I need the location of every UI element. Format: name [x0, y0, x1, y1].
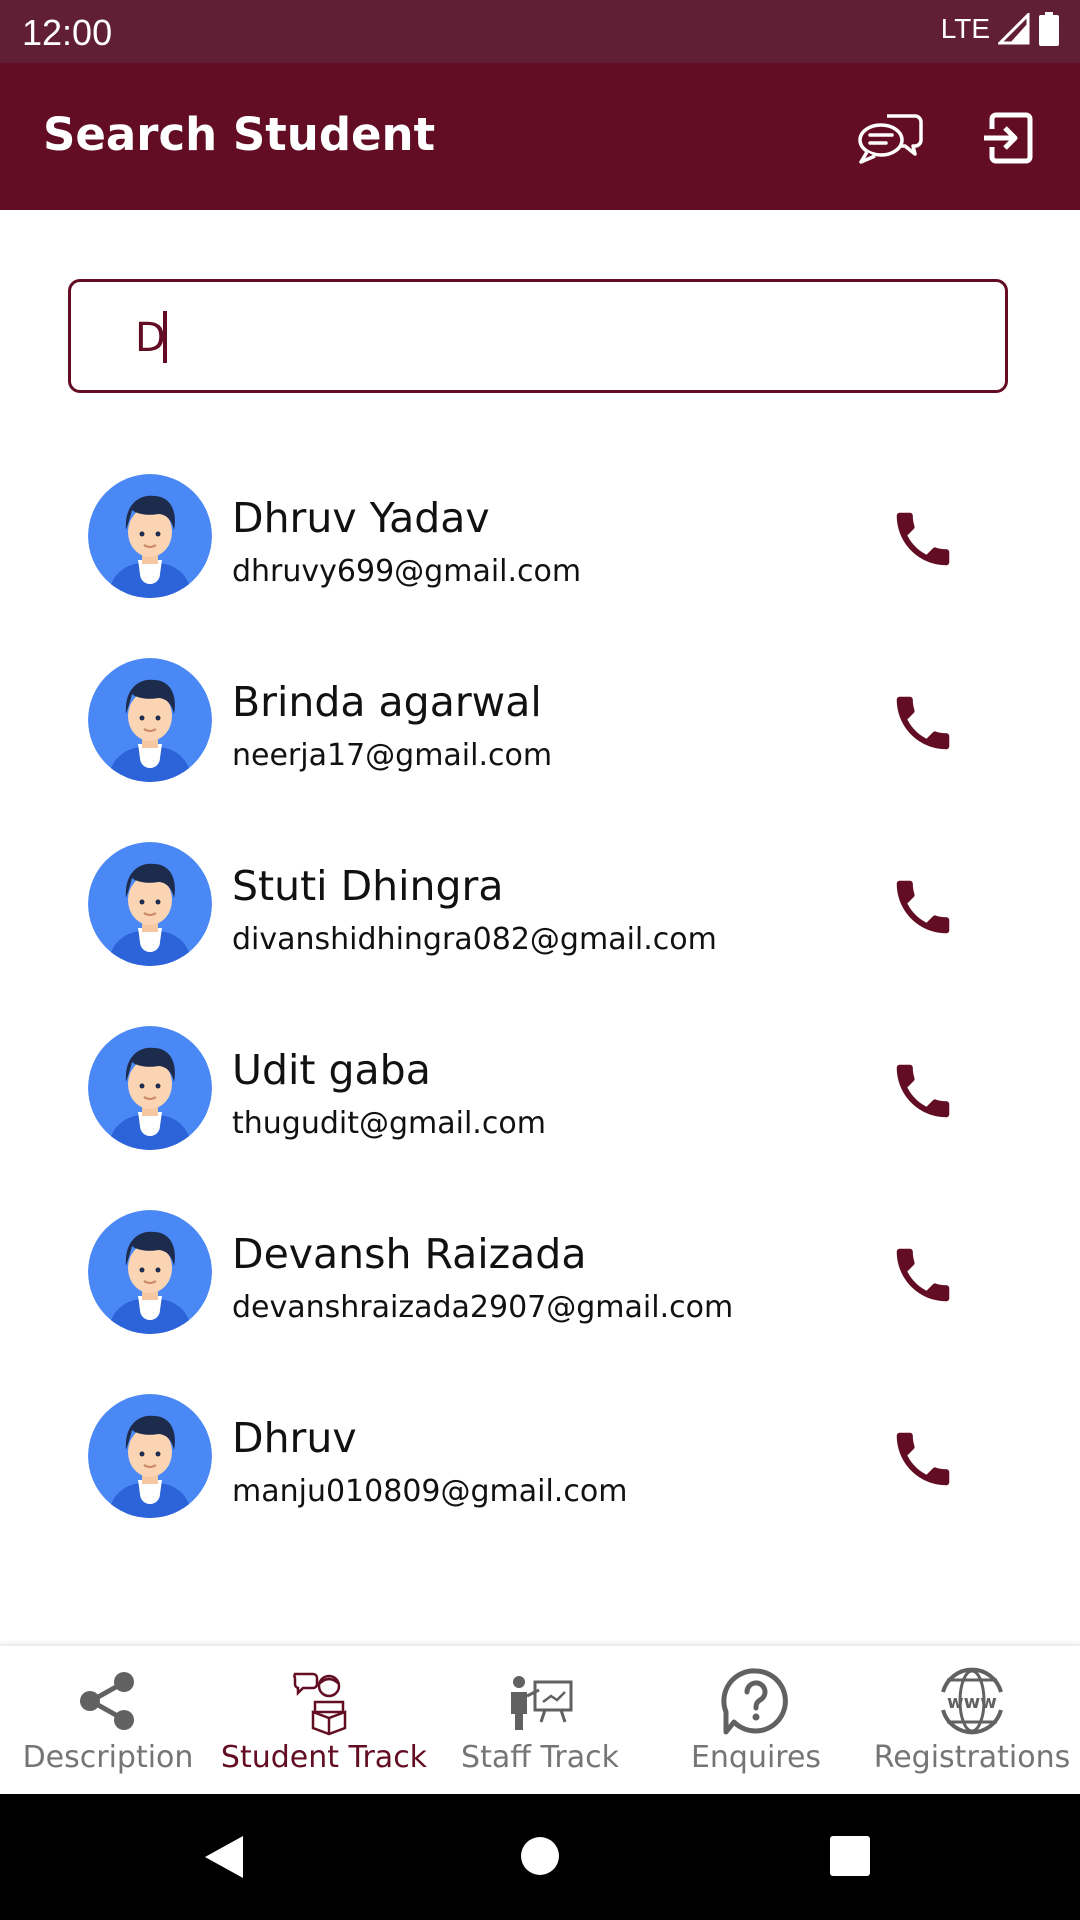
- status-time: 12:00: [22, 12, 113, 53]
- list-item[interactable]: Brinda agarwal neerja17@gmail.com: [0, 652, 1080, 836]
- nav-label: Registrations: [873, 1740, 1071, 1775]
- call-button[interactable]: [888, 1056, 958, 1126]
- avatar: [88, 1210, 212, 1334]
- nav-registrations[interactable]: www Registrations: [864, 1646, 1080, 1796]
- call-button[interactable]: [888, 872, 958, 942]
- list-item[interactable]: Udit gaba thugudit@gmail.com: [0, 1020, 1080, 1204]
- avatar: [88, 1394, 212, 1518]
- nav-label: Description: [22, 1740, 194, 1775]
- avatar: [88, 1026, 212, 1150]
- nav-label: Enquires: [690, 1740, 822, 1775]
- phone-icon: [896, 1432, 950, 1486]
- avatar: [88, 658, 212, 782]
- call-button[interactable]: [888, 504, 958, 574]
- student-email: thugudit@gmail.com: [232, 1106, 546, 1141]
- logout-icon: [984, 112, 1033, 164]
- student-email: dhruvy699@gmail.com: [232, 554, 582, 589]
- list-item[interactable]: Stuti Dhingra divanshidhingra082@gmail.c…: [0, 836, 1080, 1020]
- student-email: divanshidhingra082@gmail.com: [232, 922, 717, 957]
- call-button[interactable]: [888, 1240, 958, 1310]
- page-title: Search Student: [43, 108, 436, 161]
- search-input[interactable]: [133, 302, 837, 374]
- student-avatar-icon: [88, 1210, 212, 1334]
- student-email: neerja17@gmail.com: [232, 738, 553, 773]
- nav-label: Student Track: [220, 1740, 428, 1775]
- nav-enquires[interactable]: Enquires: [648, 1646, 864, 1796]
- bottom-nav: Description Student Track Staff Track En…: [0, 1644, 1080, 1796]
- student-avatar-icon: [88, 842, 212, 966]
- phone-icon: [896, 512, 950, 566]
- student-avatar-icon: [88, 1026, 212, 1150]
- logout-button[interactable]: [972, 103, 1042, 173]
- nav-description[interactable]: Description: [0, 1646, 216, 1796]
- student-name: Brinda agarwal: [232, 678, 542, 726]
- status-icons: LTE: [941, 12, 1060, 46]
- call-button[interactable]: [888, 688, 958, 758]
- text-cursor: [163, 311, 167, 363]
- chat-icon: [858, 114, 923, 164]
- student-avatar-icon: [88, 1394, 212, 1518]
- back-icon[interactable]: [203, 1834, 245, 1880]
- search-field[interactable]: [68, 279, 1008, 393]
- system-nav-bar: [0, 1794, 1080, 1920]
- student-email: devanshraizada2907@gmail.com: [232, 1290, 734, 1325]
- chat-button[interactable]: [855, 103, 925, 173]
- nav-staff-track[interactable]: Staff Track: [432, 1646, 648, 1796]
- list-item[interactable]: Dhruv Yadav dhruvy699@gmail.com: [0, 468, 1080, 652]
- phone-icon: [896, 1064, 950, 1118]
- phone-icon: [896, 696, 950, 750]
- nav-student-track[interactable]: Student Track: [216, 1646, 432, 1796]
- student-email: manju010809@gmail.com: [232, 1474, 628, 1509]
- student-name: Stuti Dhingra: [232, 862, 504, 910]
- list-item[interactable]: Dhruv manju010809@gmail.com: [0, 1388, 1080, 1572]
- avatar: [88, 842, 212, 966]
- battery-icon: [1039, 12, 1059, 46]
- www-globe-icon: www: [941, 1667, 1003, 1735]
- question-icon: [721, 1668, 788, 1735]
- phone-icon: [896, 1248, 950, 1302]
- app-bar: Search Student: [0, 63, 1080, 210]
- student-avatar-icon: [88, 658, 212, 782]
- call-button[interactable]: [888, 1424, 958, 1494]
- phone-icon: [896, 880, 950, 934]
- nav-label: Staff Track: [461, 1740, 619, 1775]
- student-name: Devansh Raizada: [232, 1230, 587, 1278]
- teacher-board-icon: [511, 1676, 573, 1730]
- network-type: LTE: [940, 13, 990, 44]
- share-icon: [80, 1672, 134, 1730]
- student-reading-icon: [293, 1672, 347, 1736]
- avatar: [88, 474, 212, 598]
- student-name: Dhruv Yadav: [232, 494, 490, 542]
- student-name: Udit gaba: [232, 1046, 431, 1094]
- student-avatar-icon: [88, 474, 212, 598]
- home-icon[interactable]: [520, 1836, 560, 1876]
- list-item[interactable]: Devansh Raizada devanshraizada2907@gmail…: [0, 1204, 1080, 1388]
- svg-text:www: www: [947, 1692, 997, 1713]
- student-name: Dhruv: [232, 1414, 357, 1462]
- signal-icon: [998, 13, 1030, 45]
- recents-icon[interactable]: [830, 1836, 870, 1876]
- status-bar: 12:00 LTE: [0, 0, 1080, 63]
